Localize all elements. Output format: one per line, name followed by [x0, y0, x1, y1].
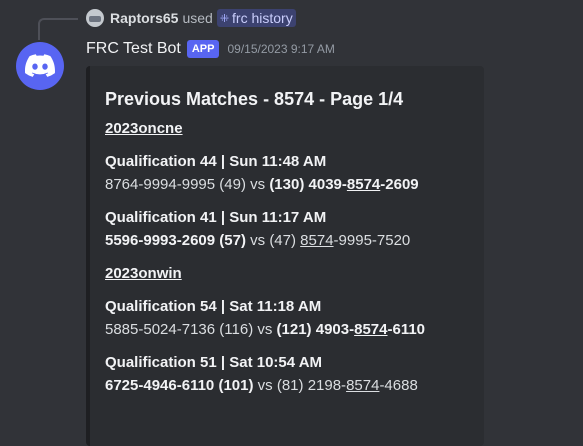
blue-alliance: 4903-8574-6110 [316, 321, 425, 338]
embed-title: Previous Matches - 8574 - Page 1/4 [105, 89, 404, 109]
highlighted-team: 8574 [346, 176, 381, 193]
match-entry: Qualification 41 | Sun 11:17 AM 5596-999… [105, 207, 468, 253]
vs-text: vs [257, 377, 273, 394]
event-name: 2023onwin [105, 265, 182, 282]
match-result: 6725-4946-6110 (101) vs (81) 2198-8574-4… [105, 374, 468, 398]
event-name: 2023oncne [105, 120, 183, 137]
reply-connector [38, 18, 78, 40]
red-score: (116) [219, 321, 254, 338]
message-header: FRC Test Bot APP 09/15/2023 9:17 AM [86, 37, 335, 61]
blue-alliance: 4039-8574-2609 [309, 176, 419, 193]
blue-score: (47) [269, 232, 296, 249]
match-entry: Qualification 51 | Sat 10:54 AM 6725-494… [105, 352, 468, 398]
blue-alliance: 2198-8574-4688 [308, 377, 418, 394]
blue-team-pre: 2198- [307, 377, 347, 394]
match-title: Qualification 44 | Sun 11:48 AM [105, 153, 327, 170]
blue-team-pre: 4903- [315, 321, 355, 338]
discord-logo-icon [25, 54, 55, 77]
red-alliance: 6725-4946-6110 [105, 377, 215, 394]
highlighted-team: 8574 [346, 377, 380, 394]
match-title: Qualification 54 | Sat 11:18 AM [105, 298, 322, 315]
command-mention[interactable]: ⁜ frc history [216, 9, 296, 27]
blue-team-post: -2609 [380, 176, 419, 193]
match-title: Qualification 41 | Sun 11:17 AM [105, 209, 327, 226]
blue-score: (121) [276, 321, 312, 338]
message-timestamp[interactable]: 09/15/2023 9:17 AM [227, 42, 334, 56]
command-name: frc history [232, 10, 293, 26]
match-history-embed: Previous Matches - 8574 - Page 1/4 2023o… [86, 66, 484, 446]
match-title: Qualification 51 | Sat 10:54 AM [105, 354, 323, 371]
match-result: 5596-9993-2609 (57) vs (47) 8574-9995-75… [105, 229, 468, 253]
highlighted-team: 8574 [354, 321, 388, 338]
red-score: (49) [219, 176, 246, 193]
red-alliance: 5596-9993-2609 [105, 232, 216, 249]
match-result: 8764-9994-9995 (49) vs (130) 4039-8574-2… [105, 173, 468, 197]
red-score: (101) [218, 377, 254, 394]
vs-text: vs [257, 321, 273, 338]
app-badge: APP [186, 40, 220, 58]
blue-score: (81) [276, 377, 304, 394]
vs-text: vs [250, 176, 266, 193]
blue-score: (130) [269, 176, 305, 193]
blue-team-post: -9995-7520 [333, 232, 411, 249]
match-entry: Qualification 44 | Sun 11:48 AM 8764-999… [105, 151, 468, 197]
red-alliance: 5885-5024-7136 [105, 321, 216, 338]
red-alliance: 8764-9994-9995 [105, 176, 216, 193]
highlighted-team: 8574 [300, 232, 334, 249]
blue-alliance: 8574-9995-7520 [300, 232, 410, 249]
blue-team-post: -4688 [379, 377, 418, 394]
bot-avatar[interactable] [16, 42, 64, 90]
reply-used-text: used [182, 10, 213, 26]
blue-team-post: -6110 [387, 321, 426, 338]
reply-username[interactable]: Raptors65 [110, 10, 178, 26]
command-reply-context: Raptors65 used ⁜ frc history [86, 8, 296, 28]
bot-name[interactable]: FRC Test Bot [86, 40, 181, 58]
match-result: 5885-5024-7136 (116) vs (121) 4903-8574-… [105, 318, 468, 342]
vs-text: vs [250, 232, 266, 249]
user-avatar-icon[interactable] [86, 9, 104, 27]
slash-command-icon: ⁜ [219, 12, 230, 25]
match-entry: Qualification 54 | Sat 11:18 AM 5885-502… [105, 296, 468, 342]
red-score: (57) [219, 232, 246, 249]
blue-team-pre: 4039- [308, 176, 347, 193]
